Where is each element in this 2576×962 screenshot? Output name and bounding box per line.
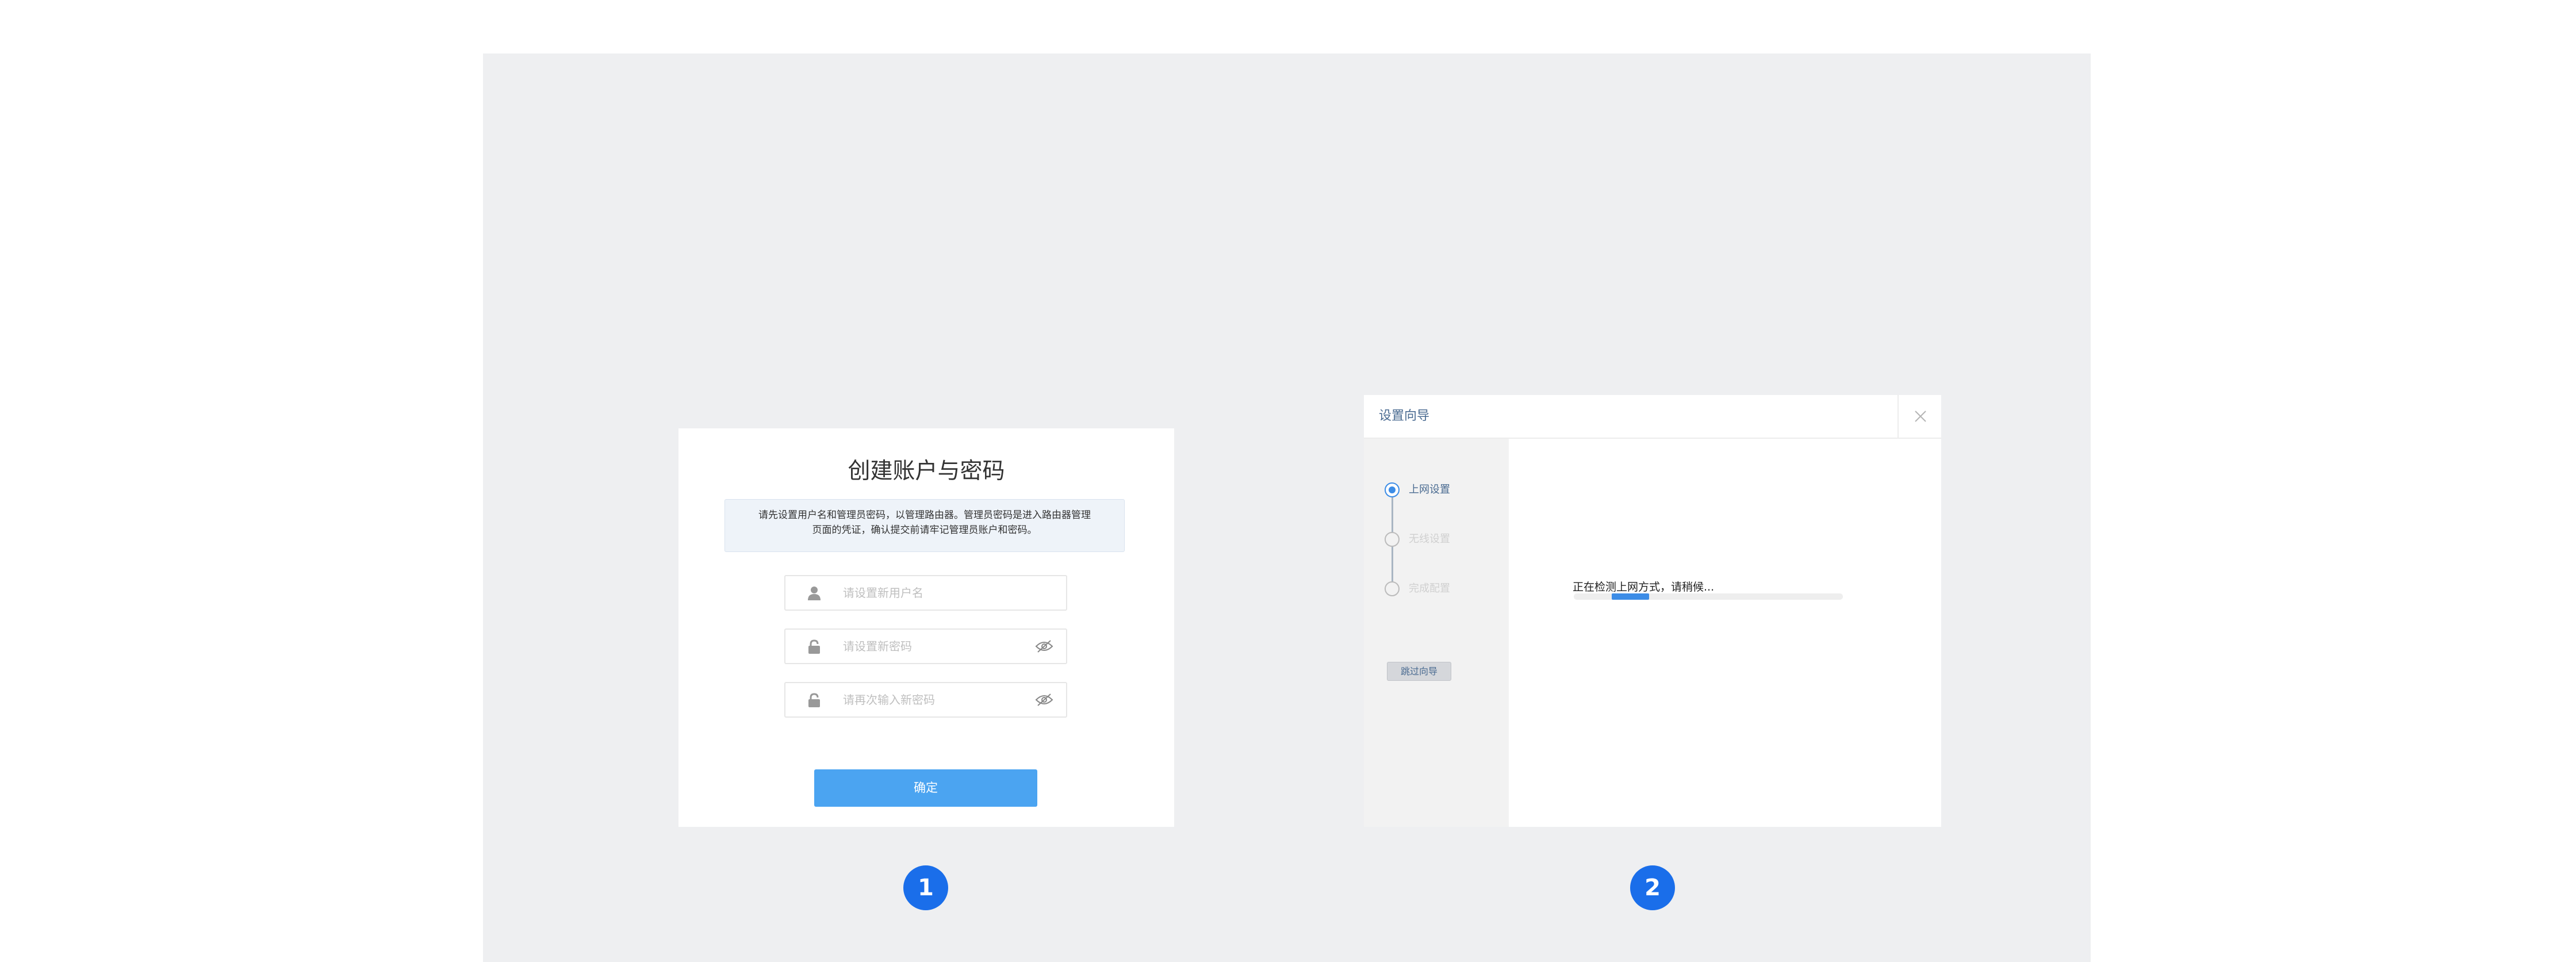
step-connector	[1392, 547, 1393, 582]
step-indicator-1	[1385, 482, 1400, 497]
confirm-button[interactable]: 确定	[814, 769, 1037, 807]
step-connector	[1392, 497, 1393, 532]
setup-wizard-dialog: 设置向导 上网设置 无线设置 完成配置 跳过向导 正在检测上网方式，请稍候...	[1364, 395, 1941, 827]
skip-wizard-button[interactable]: 跳过向导	[1387, 662, 1451, 681]
eye-hidden-icon[interactable]	[1035, 693, 1053, 707]
status-text: 正在检测上网方式，请稍候...	[1573, 581, 1715, 593]
step-badge-2: 2	[1630, 865, 1675, 910]
step-label-2[interactable]: 无线设置	[1409, 532, 1450, 547]
wizard-sidebar: 上网设置 无线设置 完成配置 跳过向导	[1364, 439, 1509, 827]
page-title: 创建账户与密码	[848, 458, 1005, 484]
notice-line-2: 页面的凭证，确认提交前请牢记管理员账户和密码。	[812, 524, 1037, 536]
notice-box: 请先设置用户名和管理员密码，以管理路由器。管理员密码是进入路由器管理 页面的凭证…	[724, 499, 1125, 552]
close-button[interactable]	[1897, 395, 1942, 438]
confirm-password-placeholder: 请再次输入新密码	[843, 693, 935, 707]
progress-bar	[1574, 593, 1843, 600]
notice-line-1: 请先设置用户名和管理员密码，以管理路由器。管理员密码是进入路由器管理	[758, 509, 1091, 521]
dialog-header: 设置向导	[1364, 395, 1941, 439]
lock-icon	[808, 639, 820, 654]
step-label-1[interactable]: 上网设置	[1409, 482, 1450, 497]
username-field[interactable]: 请设置新用户名	[784, 575, 1067, 611]
step-indicator-3	[1385, 581, 1400, 596]
password-field[interactable]: 请设置新密码	[784, 628, 1067, 664]
dialog-title: 设置向导	[1379, 409, 1430, 423]
password-placeholder: 请设置新密码	[843, 639, 912, 653]
progress-fill	[1611, 593, 1650, 600]
username-placeholder: 请设置新用户名	[843, 586, 923, 600]
confirm-password-field[interactable]: 请再次输入新密码	[784, 682, 1067, 718]
step-label-3[interactable]: 完成配置	[1409, 581, 1450, 596]
step-indicator-2	[1385, 532, 1400, 547]
close-icon	[1915, 411, 1926, 422]
create-account-card: 创建账户与密码 请先设置用户名和管理员密码，以管理路由器。管理员密码是进入路由器…	[678, 428, 1174, 827]
user-icon	[808, 587, 821, 600]
eye-hidden-icon[interactable]	[1035, 639, 1053, 653]
lock-icon	[808, 693, 820, 707]
step-badge-1: 1	[903, 865, 948, 910]
